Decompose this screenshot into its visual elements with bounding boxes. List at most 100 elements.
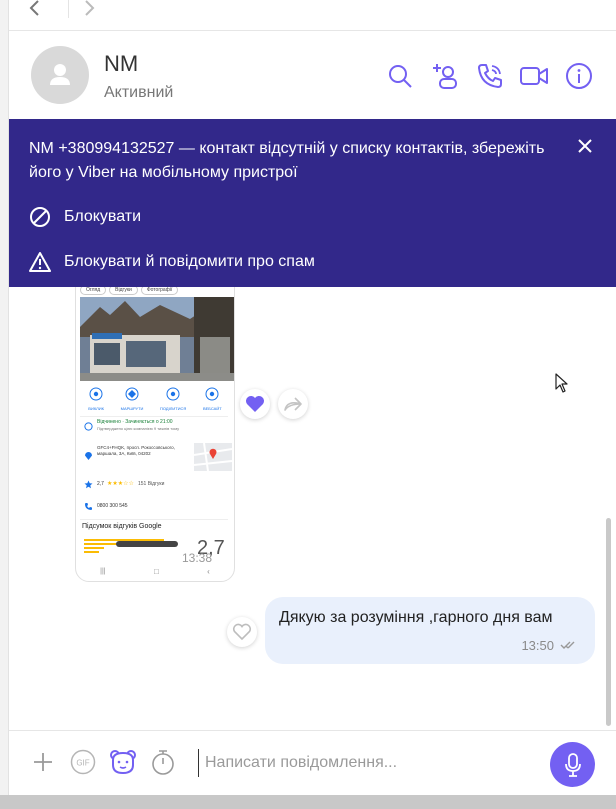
media-scrubber	[116, 541, 178, 547]
directions-icon	[125, 387, 139, 401]
block-icon	[30, 207, 50, 227]
close-icon	[578, 139, 592, 153]
nav-back-icon: ‹	[207, 566, 210, 576]
video-call-button[interactable]	[519, 61, 549, 91]
maps-phone: 0800 300 545	[97, 503, 128, 509]
phone-icon	[89, 387, 103, 401]
contact-status: Активний	[104, 84, 174, 101]
nav-divider	[68, 0, 69, 18]
maps-action: МАРШРУТИ	[120, 387, 144, 411]
gif-button[interactable]: GIF	[69, 748, 97, 776]
star-icon	[84, 480, 93, 489]
maps-rating: 2,7	[97, 481, 104, 487]
message-text: Дякую за розуміння ,гарного дня вам	[279, 609, 553, 626]
like-button[interactable]	[227, 617, 257, 647]
banner-message: NM +380994132527 — контакт відсутній у с…	[29, 140, 545, 181]
voice-message-button[interactable]	[550, 742, 595, 787]
rating-bar	[84, 551, 99, 553]
call-button[interactable]	[475, 61, 505, 91]
plus-icon	[34, 753, 52, 771]
maps-action: ВЕБСАЙТ	[203, 387, 222, 411]
maps-actions: ВИКЛИК МАРШРУТИ ПОДІЛИТИСЯ ВЕБСАЙТ	[80, 387, 230, 411]
nav-recents-icon: |||	[100, 567, 106, 575]
maps-tab: Відгуки	[109, 287, 138, 295]
phone-icon	[478, 64, 502, 88]
image-message[interactable]: Огляд Відгуки Фотографії ВИКЛИК МАРШРУТИ	[75, 287, 235, 582]
gif-icon: GIF	[70, 749, 96, 775]
back-button[interactable]	[23, 0, 47, 20]
video-icon	[520, 67, 548, 85]
search-button[interactable]	[385, 61, 415, 91]
divider	[80, 416, 228, 417]
maps-action-label: ВИКЛИК	[88, 406, 104, 411]
forward-button[interactable]	[77, 0, 101, 20]
sticker-bear-icon	[110, 750, 136, 775]
chevron-right-icon	[85, 0, 95, 16]
maps-action-label: МАРШРУТИ	[120, 406, 144, 411]
maps-tab: Фотографії	[140, 287, 179, 295]
timer-button[interactable]	[149, 748, 177, 776]
user-icon	[50, 64, 70, 85]
contact-name: NM	[104, 51, 139, 76]
clock-icon	[84, 422, 93, 431]
map-thumbnail	[194, 443, 232, 471]
rating-bar	[84, 547, 104, 549]
timer-icon	[152, 750, 174, 775]
window-bottom-edge	[0, 795, 616, 809]
like-button[interactable]	[240, 389, 270, 419]
avatar[interactable]	[31, 46, 89, 104]
heart-filled-icon	[246, 396, 264, 412]
search-icon	[389, 65, 412, 88]
share-icon	[166, 387, 180, 401]
block-action[interactable]: Блокувати	[29, 204, 141, 230]
nav-home-icon: □	[153, 566, 159, 576]
microphone-icon	[564, 752, 581, 777]
mouse-cursor-icon	[555, 373, 568, 393]
svg-text:GIF: GIF	[76, 759, 89, 768]
attach-button[interactable]	[29, 748, 57, 776]
info-icon	[566, 63, 592, 89]
location-pin-icon	[85, 452, 92, 460]
unknown-contact-banner: NM +380994132527 — контакт відсутній у с…	[9, 119, 616, 287]
maps-action-label: ВЕБСАЙТ	[202, 406, 222, 411]
chevron-left-icon	[29, 0, 39, 16]
maps-rating-stars: ★★★☆☆	[107, 481, 134, 487]
maps-action: ВИКЛИК	[88, 387, 104, 411]
maps-address: GFC4+FHQK, просп. Рокоссовського, маршал…	[97, 445, 175, 456]
block-report-label: Блокувати й повідомити про спам	[64, 253, 315, 270]
message-time: 13:50	[521, 638, 554, 653]
maps-reviews-title: Підсумок відгуків Google	[82, 523, 162, 530]
top-navigation	[9, 0, 616, 31]
maps-reviews-count: 151 Відгуки	[138, 481, 165, 487]
warning-icon	[29, 252, 51, 272]
maps-hours-note: Підтверджено цією компанією 9 тижнів том…	[97, 426, 180, 431]
double-check-icon	[560, 641, 575, 649]
chat-area: Огляд Відгуки Фотографії ВИКЛИК МАРШРУТИ	[9, 287, 616, 730]
add-participant-button[interactable]	[430, 61, 460, 91]
add-participant-icon	[433, 64, 457, 89]
info-button[interactable]	[564, 61, 594, 91]
forward-message-button[interactable]	[278, 389, 308, 419]
banner-close-button[interactable]	[575, 136, 595, 156]
maps-tabs: Огляд Відгуки Фотографії	[80, 287, 179, 295]
building-photo	[80, 297, 234, 381]
chat-header: NM Активний	[9, 31, 616, 119]
block-label: Блокувати	[64, 208, 142, 225]
phone-nav-bar: ||| □ ‹	[76, 561, 234, 581]
message-input[interactable]	[198, 749, 537, 777]
maps-action-label: ПОДІЛИТИСЯ	[160, 406, 187, 411]
maps-action: ПОДІЛИТИСЯ	[160, 387, 186, 411]
forward-icon	[284, 397, 302, 411]
outgoing-message[interactable]: Дякую за розуміння ,гарного дня вам 13:5…	[265, 597, 595, 664]
maps-tab: Огляд	[80, 287, 107, 295]
sticker-button[interactable]	[109, 748, 137, 776]
maps-hours: Відчинено · Зачиняється о 21:00	[97, 419, 173, 425]
divider	[80, 519, 228, 520]
message-composer: GIF	[9, 730, 616, 796]
heart-outline-icon	[232, 623, 252, 641]
window-left-edge	[0, 0, 9, 795]
chat-scrollbar[interactable]	[606, 518, 611, 726]
globe-icon	[205, 387, 219, 401]
phone-icon	[85, 503, 92, 510]
block-report-action[interactable]: Блокувати й повідомити про спам	[29, 249, 315, 275]
